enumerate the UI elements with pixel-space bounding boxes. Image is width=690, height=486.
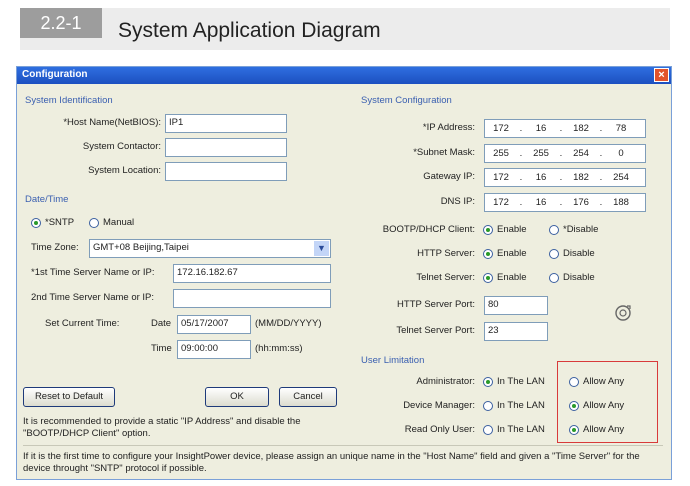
sntp-label: *SNTP (45, 217, 75, 228)
telnet-port-field[interactable]: 23 (484, 322, 548, 341)
date-format: (MM/DD/YYYY) (255, 318, 322, 329)
datetime-heading: Date/Time (25, 194, 69, 205)
subnet-mask-field[interactable]: 255. 255. 254. 0 (484, 144, 646, 163)
time-format: (hh:mm:ss) (255, 343, 303, 354)
bootp-disable-label: *Disable (563, 224, 599, 235)
admin-lan-label: In The LAN (497, 376, 545, 387)
dns-label: DNS IP: (440, 196, 475, 207)
reset-default-button[interactable]: Reset to Default (23, 387, 115, 407)
first-server-field[interactable]: 172.16.182.67 (173, 264, 331, 283)
http-server-label: HTTP Server: (417, 248, 475, 259)
cancel-button[interactable]: Cancel (279, 387, 337, 407)
bootp-disable-radio[interactable] (549, 225, 559, 235)
first-server-label: *1st Time Server Name or IP: (31, 267, 155, 278)
http-disable-label: Disable (563, 248, 595, 259)
ip-address-field[interactable]: 172. 16. 182. 78 (484, 119, 646, 138)
timezone-value: GMT+08 Beijing,Taipei (93, 242, 189, 253)
first-time-note: If it is the first time to configure you… (23, 451, 640, 474)
host-name-field[interactable]: IP1 (165, 114, 287, 133)
telnet-port-label: Telnet Server Port: (396, 325, 475, 336)
ip-address-label: *IP Address: (422, 122, 475, 133)
bootp-enable-label: Enable (497, 224, 527, 235)
http-enable-label: Enable (497, 248, 527, 259)
location-field[interactable] (165, 162, 287, 181)
window-titlebar: Configuration × (17, 67, 671, 84)
http-port-field[interactable]: 80 (484, 296, 548, 315)
time-label: Time (151, 343, 172, 354)
gateway-field[interactable]: 172. 16. 182. 254 (484, 168, 646, 187)
readonly-lan-label: In The LAN (497, 424, 545, 435)
manual-radio[interactable] (89, 218, 99, 228)
telnet-enable-radio[interactable] (483, 273, 493, 283)
section-number: 2.2-1 (20, 8, 102, 38)
administrator-label: Administrator: (416, 376, 475, 387)
timezone-label: Time Zone: (31, 242, 79, 253)
time-field[interactable]: 09:00:00 (177, 340, 251, 359)
contactor-field[interactable] (165, 138, 287, 157)
second-server-field[interactable] (173, 289, 331, 308)
read-only-label: Read Only User: (404, 424, 475, 435)
host-name-label: *Host Name(NetBIOS): (63, 117, 161, 128)
telnet-disable-label: Disable (563, 272, 595, 283)
second-server-label: 2nd Time Server Name or IP: (31, 292, 155, 303)
chevron-down-icon[interactable]: ▼ (314, 241, 329, 256)
sntp-radio[interactable] (31, 218, 41, 228)
readonly-lan-radio[interactable] (483, 425, 493, 435)
location-label: System Location: (88, 165, 161, 176)
device-manager-label: Device Manager: (403, 400, 475, 411)
telnet-server-label: Telnet Server: (416, 272, 475, 283)
static-ip-note: It is recommended to provide a static "I… (23, 416, 301, 439)
telnet-enable-label: Enable (497, 272, 527, 283)
timezone-select[interactable]: GMT+08 Beijing,Taipei ▼ (89, 239, 331, 258)
device-lan-radio[interactable] (483, 401, 493, 411)
user-limitation-heading: User Limitation (361, 355, 425, 366)
http-port-label: HTTP Server Port: (397, 299, 475, 310)
telnet-disable-radio[interactable] (549, 273, 559, 283)
date-label: Date (151, 318, 172, 329)
divider (23, 445, 663, 446)
http-disable-radio[interactable] (549, 249, 559, 259)
http-enable-radio[interactable] (483, 249, 493, 259)
date-field[interactable]: 05/17/2007 (177, 315, 251, 334)
page-title: System Application Diagram (118, 19, 381, 42)
bootp-label: BOOTP/DHCP Client: (382, 224, 475, 235)
set-time-label: Set Current Time: (45, 318, 120, 329)
system-identification-heading: System Identification (25, 95, 113, 106)
system-configuration-heading: System Configuration (361, 95, 452, 106)
admin-lan-radio[interactable] (483, 377, 493, 387)
dns-field[interactable]: 172. 16. 176. 188 (484, 193, 646, 212)
close-button[interactable]: × (654, 68, 669, 82)
refresh-icon[interactable] (613, 303, 633, 323)
configuration-window: Configuration × System Identification *H… (16, 66, 672, 480)
manual-label: Manual (103, 217, 135, 228)
ok-button[interactable]: OK (205, 387, 269, 407)
gateway-label: Gateway IP: (423, 171, 475, 182)
device-lan-label: In The LAN (497, 400, 545, 411)
contactor-label: System Contactor: (82, 141, 161, 152)
allow-any-highlight (557, 361, 658, 443)
subnet-mask-label: *Subnet Mask: (413, 147, 475, 158)
window-title: Configuration (22, 69, 88, 80)
bootp-enable-radio[interactable] (483, 225, 493, 235)
